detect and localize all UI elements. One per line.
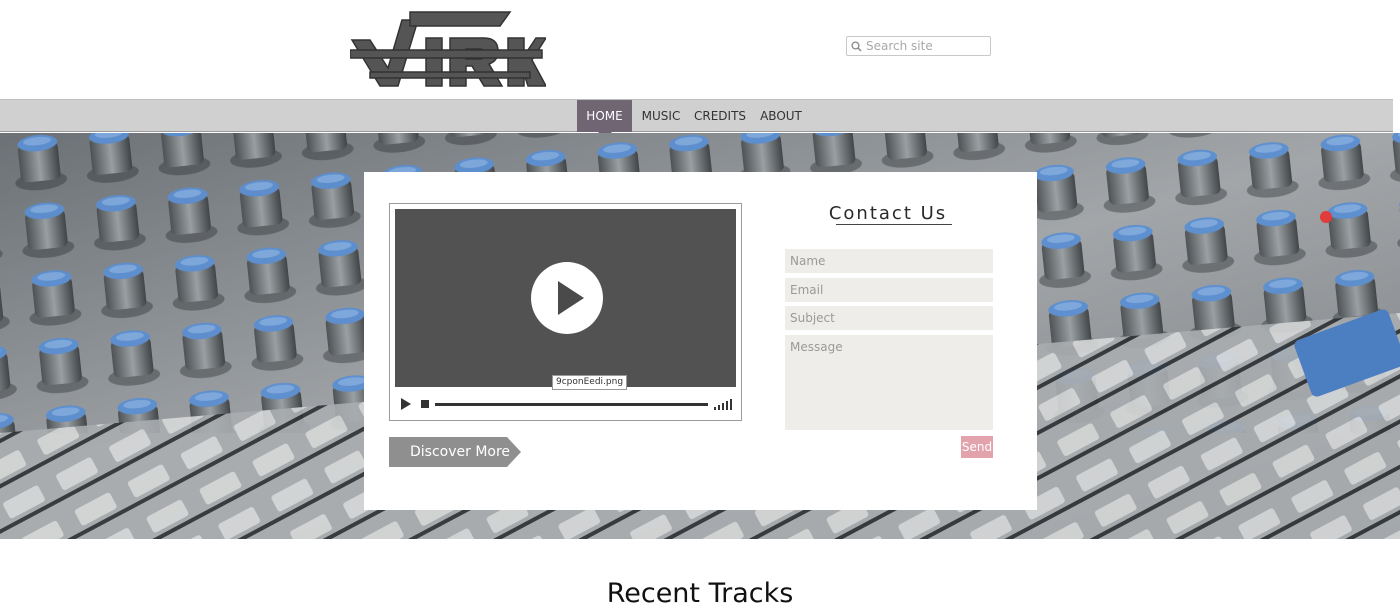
play-icon[interactable]: [531, 262, 603, 334]
email-field[interactable]: [785, 278, 993, 302]
volume-icon[interactable]: [714, 398, 732, 410]
nav-item-home[interactable]: HOME: [577, 100, 632, 139]
main-nav: HOME MUSIC CREDITS ABOUT: [0, 99, 1393, 139]
message-field[interactable]: [785, 335, 993, 430]
nav-item-credits[interactable]: CREDITS: [692, 100, 748, 132]
subject-field[interactable]: [785, 306, 993, 330]
play-small-icon[interactable]: [401, 398, 411, 410]
nav-item-label: HOME: [586, 109, 623, 123]
search-input[interactable]: [866, 39, 986, 53]
nav-item-label: MUSIC: [641, 109, 681, 123]
logo-graphic: [349, 11, 548, 87]
nav-item-label: CREDITS: [693, 109, 747, 123]
search-icon: [851, 40, 863, 52]
site-logo[interactable]: [349, 10, 548, 90]
search-box[interactable]: [846, 36, 991, 56]
video-player: 9cponEedi.png: [389, 203, 742, 421]
name-field[interactable]: [785, 249, 993, 273]
title-underline: [836, 224, 952, 225]
nav-item-music[interactable]: MUSIC: [636, 100, 686, 132]
progress-bar[interactable]: [435, 403, 708, 406]
discover-more-button[interactable]: Discover More: [389, 437, 521, 467]
stop-icon[interactable]: [421, 400, 429, 408]
nav-item-about[interactable]: ABOUT: [755, 100, 807, 132]
recent-tracks-heading: Recent Tracks: [606, 578, 794, 609]
nav-item-label: ABOUT: [760, 109, 802, 123]
player-controls: [390, 390, 741, 418]
file-name-label: 9cponEedi.png: [552, 375, 628, 390]
video-screen[interactable]: 9cponEedi.png: [395, 209, 736, 390]
contact-title: Contact Us: [828, 203, 948, 224]
send-button[interactable]: Send: [961, 436, 993, 458]
discover-more-label: Discover More: [410, 444, 511, 460]
